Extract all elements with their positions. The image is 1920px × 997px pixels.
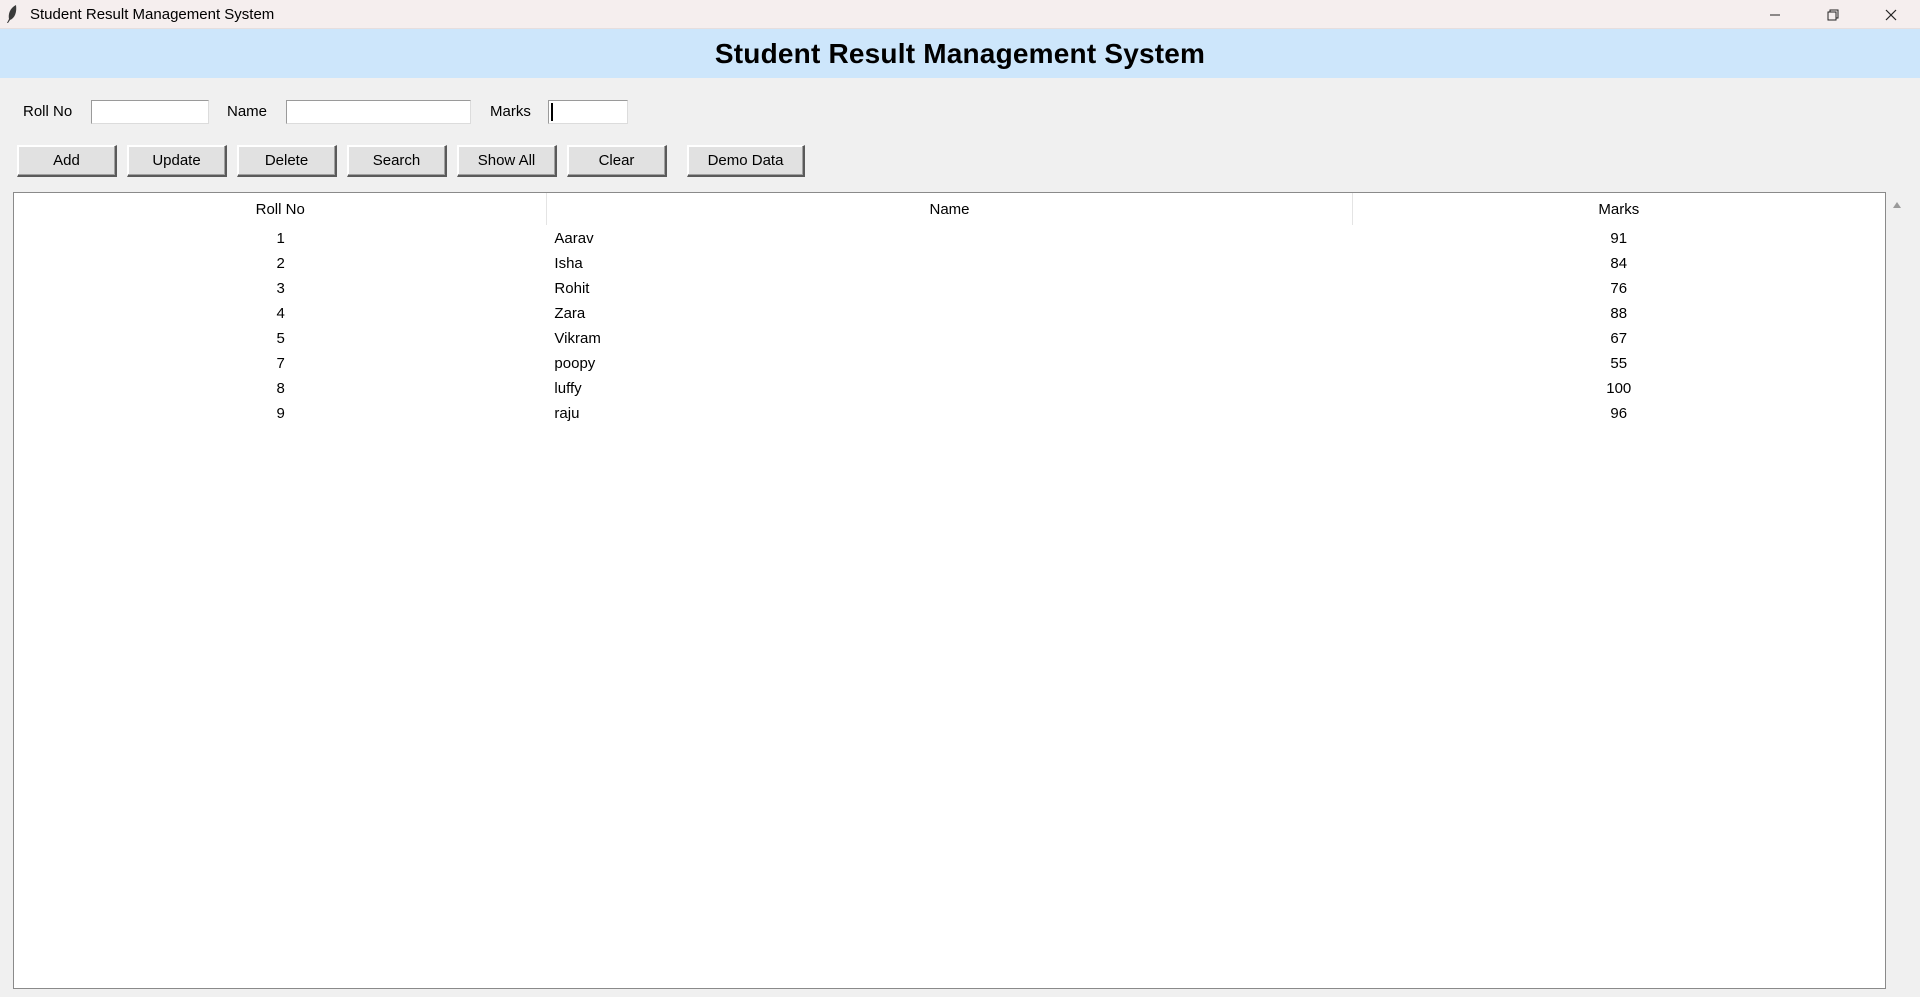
table-row[interactable]: 5 Vikram 67 [14, 326, 1885, 351]
add-button[interactable]: Add [17, 145, 117, 177]
cell-name: poopy [554, 355, 596, 372]
window-controls [1746, 0, 1920, 29]
clear-button-label: Clear [598, 152, 635, 169]
cell-roll-no: 8 [276, 380, 285, 397]
table-header: Roll No Name Marks [14, 193, 1885, 225]
search-button-label: Search [372, 152, 421, 169]
cell-roll-no: 9 [276, 405, 285, 422]
add-button-label: Add [53, 152, 80, 169]
cell-marks: 55 [1610, 355, 1628, 372]
feather-app-icon [6, 5, 22, 23]
window-titlebar: Student Result Management System [0, 0, 1920, 29]
name-label: Name [227, 103, 268, 120]
cell-marks: 88 [1610, 305, 1628, 322]
page-title: Student Result Management System [714, 37, 1206, 69]
cell-roll-no: 1 [276, 230, 285, 247]
cell-marks: 84 [1610, 255, 1628, 272]
roll-no-label: Roll No [23, 103, 73, 120]
show-all-button[interactable]: Show All [457, 145, 557, 177]
cell-marks: 96 [1610, 405, 1628, 422]
update-button[interactable]: Update [127, 145, 227, 177]
minimize-button[interactable] [1746, 0, 1804, 29]
delete-button-label: Delete [264, 152, 309, 169]
cell-name: Zara [554, 305, 586, 322]
cell-marks: 76 [1610, 280, 1628, 297]
column-header-roll-no[interactable]: Roll No [14, 193, 548, 225]
scroll-up-button[interactable] [1887, 198, 1907, 212]
table-row[interactable]: 8 luffy 100 [14, 376, 1885, 401]
close-icon [1885, 9, 1897, 20]
marks-label: Marks [490, 103, 531, 120]
marks-input[interactable] [548, 100, 628, 124]
cell-roll-no: 7 [276, 355, 285, 372]
minimize-icon [1770, 14, 1780, 15]
table-row[interactable]: 4 Zara 88 [14, 301, 1885, 326]
column-header-marks[interactable]: Marks [1353, 193, 1885, 225]
cell-name: Aarav [554, 230, 594, 247]
update-button-label: Update [152, 152, 201, 169]
cell-roll-no: 3 [276, 280, 285, 297]
table-vertical-scrollbar[interactable] [1887, 192, 1907, 997]
table-row[interactable]: 1 Aarav 91 [14, 226, 1885, 251]
table-row[interactable]: 9 raju 96 [14, 401, 1885, 426]
show-all-button-label: Show All [477, 152, 536, 169]
app-heading-band: Student Result Management System [0, 29, 1920, 78]
cell-roll-no: 2 [276, 255, 285, 272]
table-row[interactable]: 3 Rohit 76 [14, 276, 1885, 301]
cell-name: Vikram [554, 330, 601, 347]
cell-marks: 100 [1606, 380, 1632, 397]
table-row[interactable]: 2 Isha 84 [14, 251, 1885, 276]
demo-data-button[interactable]: Demo Data [687, 145, 805, 177]
cell-roll-no: 4 [276, 305, 285, 322]
table-row[interactable]: 7 poopy 55 [14, 351, 1885, 376]
demo-data-button-label: Demo Data [707, 152, 784, 169]
close-button[interactable] [1862, 0, 1920, 29]
scroll-up-arrow-icon [1893, 202, 1901, 208]
cell-marks: 91 [1610, 230, 1628, 247]
roll-no-input[interactable] [91, 100, 209, 124]
cell-name: raju [554, 405, 580, 422]
cell-name: Isha [554, 255, 583, 272]
cell-roll-no: 5 [276, 330, 285, 347]
cell-name: Rohit [554, 280, 590, 297]
cell-name: luffy [554, 380, 582, 397]
table-body: 1 Aarav 91 2 Isha 84 3 Rohit 76 4 Zara 8… [14, 226, 1885, 426]
cell-marks: 67 [1610, 330, 1628, 347]
delete-button[interactable]: Delete [237, 145, 337, 177]
restore-icon [1827, 9, 1839, 20]
name-input[interactable] [286, 100, 471, 124]
restore-button[interactable] [1804, 0, 1862, 29]
clear-button[interactable]: Clear [567, 145, 667, 177]
results-table[interactable]: Roll No Name Marks 1 Aarav 91 2 Isha 8 4 … [13, 192, 1886, 989]
column-header-name[interactable]: Name [547, 193, 1353, 225]
window-title: Student Result Management System [30, 5, 275, 23]
search-button[interactable]: Search [347, 145, 447, 177]
text-cursor [551, 103, 553, 121]
